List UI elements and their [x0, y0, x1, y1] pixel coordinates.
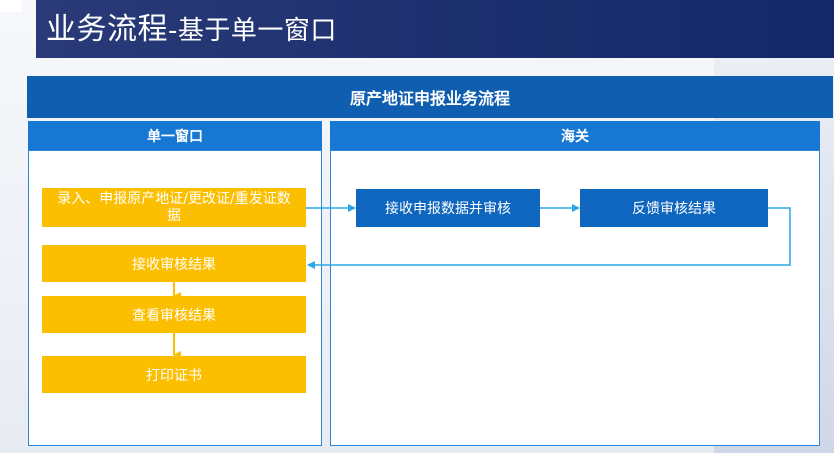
step-view-result: 查看审核结果 [42, 296, 306, 333]
step-customs-review: 接收申报数据并审核 [356, 189, 540, 227]
diagram-title: 原产地证申报业务流程 [27, 76, 833, 118]
step-submit-declaration: 录入、申报原产地证/更改证/重发证数据 [42, 188, 306, 227]
title-accent [0, 0, 22, 12]
step-customs-feedback: 反馈审核结果 [580, 189, 768, 227]
page-title-sub: -基于单一窗口 [168, 16, 337, 46]
step-receive-result: 接收审核结果 [42, 245, 306, 282]
page-title-main: 业务流程 [46, 12, 168, 47]
step-print-certificate: 打印证书 [42, 356, 306, 393]
lane-header-customs: 海关 [330, 121, 820, 150]
page-title: 业务流程-基于单一窗口 [46, 10, 337, 50]
lane-header-single-window: 单一窗口 [28, 121, 322, 150]
